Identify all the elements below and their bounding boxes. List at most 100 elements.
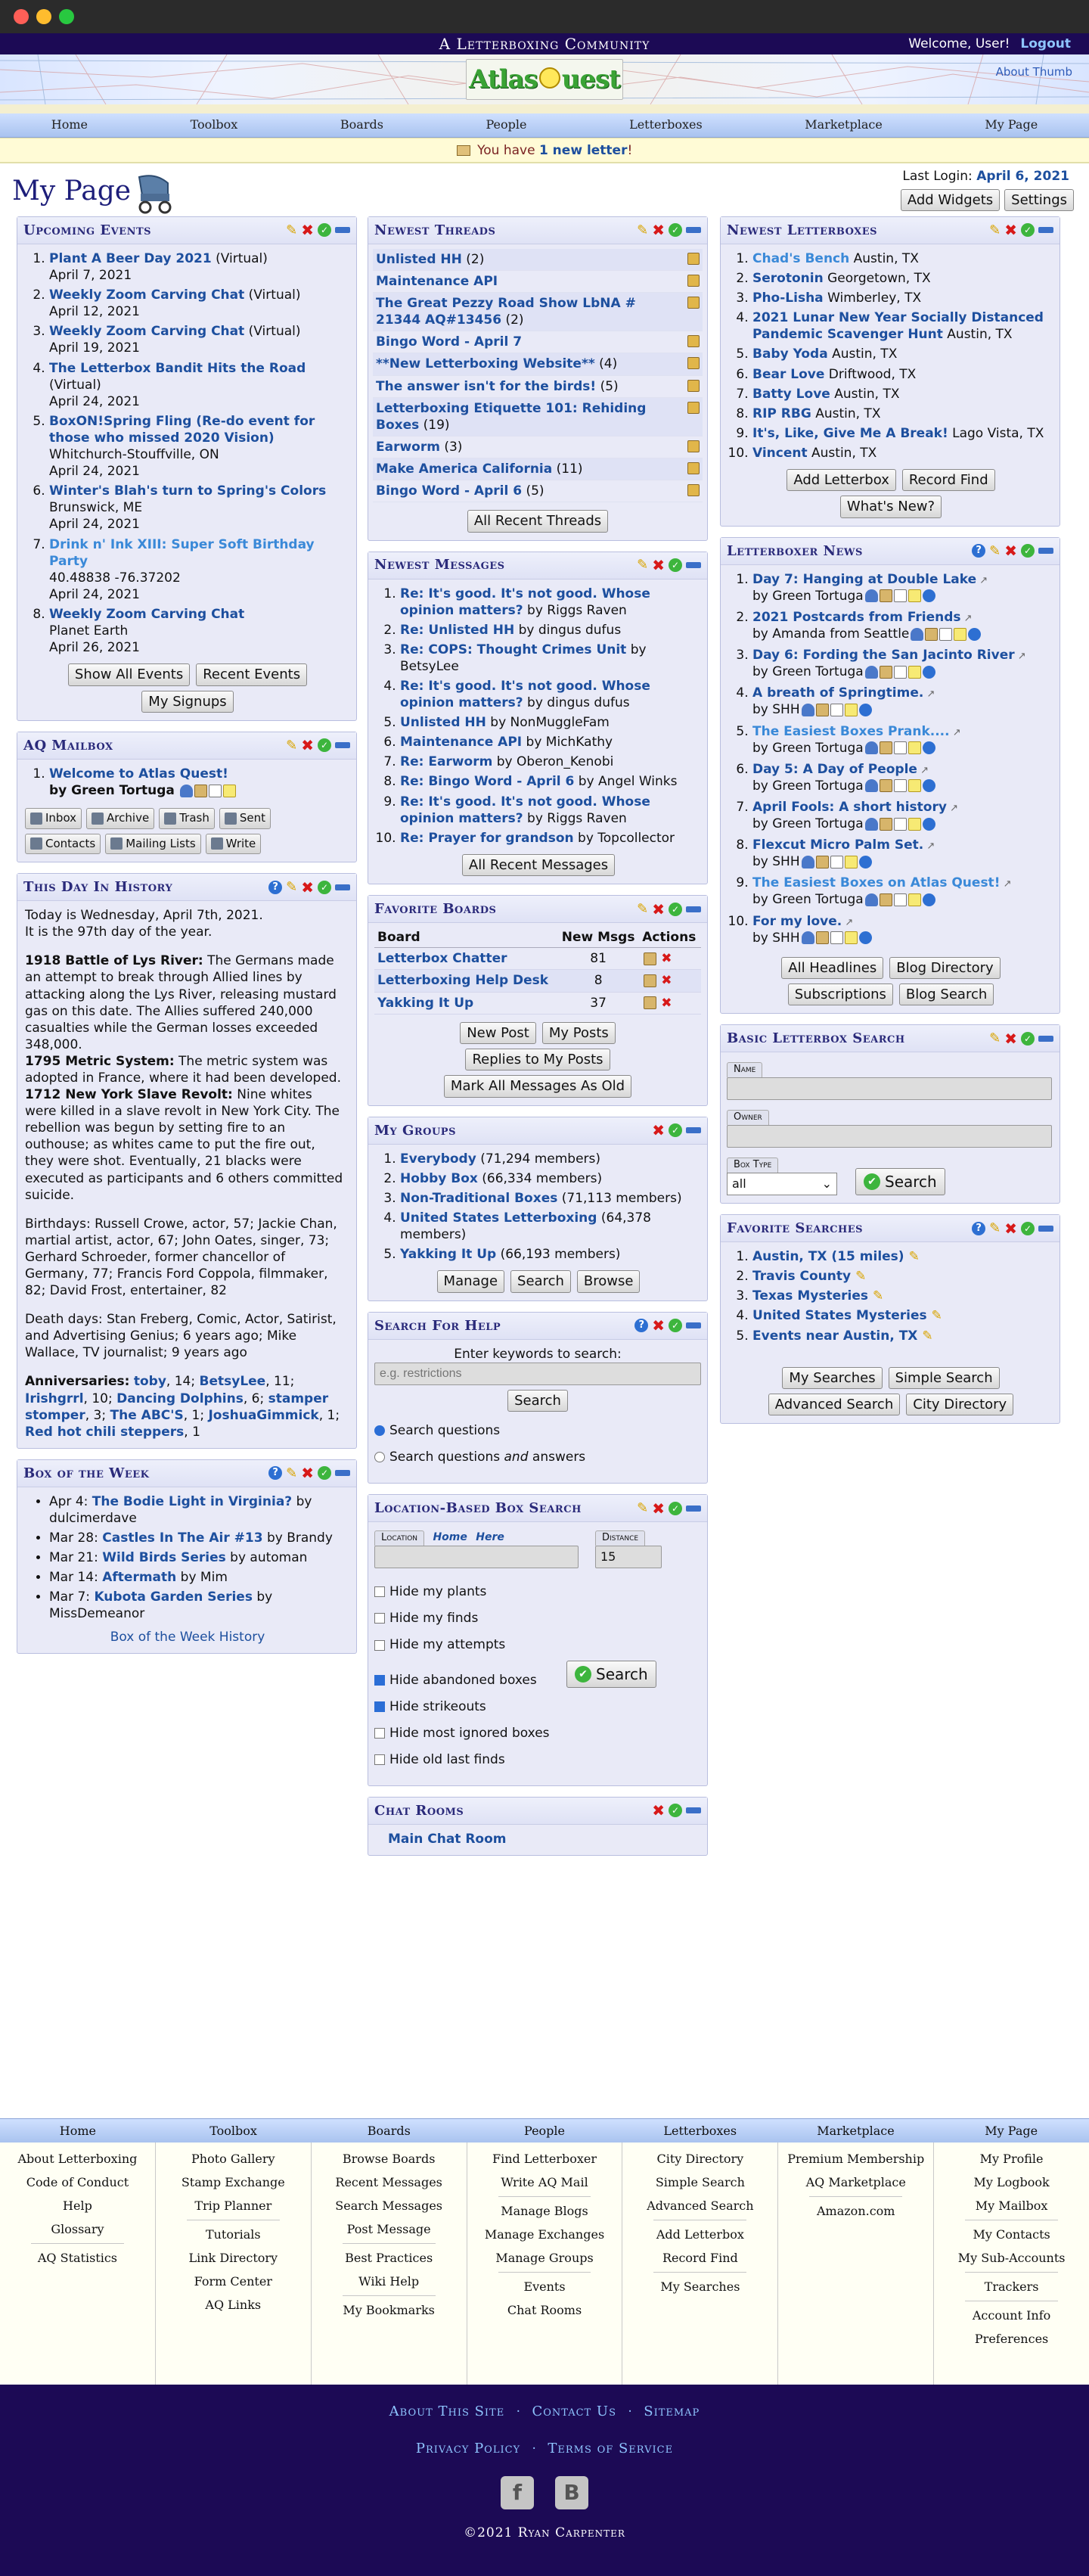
edit-icon[interactable]: ✎ — [989, 222, 1001, 239]
nav-people[interactable]: People — [486, 117, 527, 133]
minimize-icon[interactable] — [335, 884, 350, 890]
write-button[interactable]: Write — [205, 833, 262, 855]
footer-link[interactable]: My Profile — [934, 2147, 1089, 2170]
thread-bookmark-icon[interactable] — [687, 335, 700, 348]
info-icon[interactable] — [922, 893, 935, 906]
footer-link[interactable]: Manage Exchanges — [467, 2223, 622, 2246]
botw-link[interactable]: Kubota Garden Series — [94, 1589, 253, 1605]
person-icon[interactable] — [864, 779, 878, 793]
search-questions-option[interactable]: Search questions — [374, 1422, 701, 1439]
location-checkbox[interactable]: Hide my finds — [374, 1610, 701, 1627]
info-icon[interactable] — [968, 627, 982, 641]
footer-nav-item[interactable]: My Page — [933, 2119, 1089, 2143]
edit-icon[interactable]: ✎ — [637, 1499, 648, 1517]
edit-icon[interactable]: ✎ — [286, 878, 297, 896]
close-icon[interactable]: ✖ — [301, 880, 314, 895]
fav-search-link[interactable]: Austin, TX (15 miles) — [752, 1249, 904, 1264]
person-icon[interactable] — [864, 741, 878, 755]
help-icon[interactable]: ? — [972, 1221, 986, 1235]
anniversary-user-link[interactable]: toby — [134, 1374, 166, 1389]
refresh-icon[interactable]: ✓ — [669, 223, 682, 238]
message-link[interactable]: Maintenance API — [400, 735, 522, 750]
letterbox-link[interactable]: Batty Love — [752, 387, 830, 402]
minimize-icon[interactable] — [335, 742, 350, 749]
footer-link[interactable]: AQ Marketplace — [778, 2170, 933, 2194]
mail-subject-link[interactable]: Welcome to Atlas Quest! — [49, 766, 228, 782]
letterbox-link[interactable]: Vincent — [752, 446, 808, 461]
minimize-icon[interactable] — [686, 227, 701, 234]
help-icon[interactable]: ? — [268, 880, 283, 894]
blog-search-button[interactable]: Blog Search — [898, 983, 994, 1006]
message-link[interactable]: Unlisted HH — [400, 715, 486, 730]
footer-link[interactable]: My Bookmarks — [312, 2298, 467, 2322]
person-icon[interactable] — [801, 931, 814, 945]
close-icon[interactable]: ✖ — [652, 902, 665, 917]
footer-link[interactable]: Account Info — [934, 2304, 1089, 2327]
footer-link[interactable]: Find Letterboxer — [467, 2147, 622, 2170]
news-link[interactable]: Flexcut Micro Palm Set. — [752, 837, 923, 853]
simple-search-button[interactable]: Simple Search — [888, 1366, 1000, 1389]
thread-bookmark-icon[interactable] — [687, 253, 700, 265]
thread-link[interactable]: Bingo Word - April 6 — [376, 483, 522, 499]
thread-link[interactable]: Letterboxing Etiquette 101: Rehiding Box… — [376, 401, 646, 433]
all-recent-messages-button[interactable]: All Recent Messages — [461, 853, 616, 877]
my-signups-button[interactable]: My Signups — [141, 690, 234, 713]
botw-link[interactable]: Aftermath — [102, 1570, 176, 1585]
close-icon[interactable]: ✖ — [652, 1501, 665, 1516]
location-checkbox[interactable]: Hide old last finds — [374, 1751, 701, 1768]
home-link[interactable]: Home — [433, 1531, 467, 1543]
footer-link[interactable]: Glossary — [0, 2217, 155, 2241]
paper-icon[interactable] — [830, 703, 843, 716]
minimize-icon[interactable] — [686, 1505, 701, 1512]
thread-bookmark-icon[interactable] — [687, 379, 700, 392]
thread-bookmark-icon[interactable] — [687, 275, 700, 287]
refresh-icon[interactable]: ✓ — [318, 223, 331, 238]
basic-search-button[interactable]: ✔ Search — [855, 1168, 945, 1196]
box-icon[interactable] — [879, 893, 892, 906]
anniversary-user-link[interactable]: JoshuaGimmick — [208, 1408, 318, 1423]
info-icon[interactable] — [922, 741, 935, 755]
contacts-button[interactable]: Contacts — [25, 833, 101, 855]
group-link[interactable]: United States Letterboxing — [400, 1210, 597, 1226]
browse-button[interactable]: Browse — [576, 1270, 641, 1293]
info-icon[interactable] — [922, 589, 935, 603]
event-link[interactable]: BoxON!Spring Fling (Re-do event for thos… — [49, 414, 315, 446]
refresh-icon[interactable]: ✓ — [318, 738, 331, 753]
paper-icon[interactable] — [830, 855, 843, 869]
footer-link[interactable]: Recent Messages — [312, 2170, 467, 2194]
refresh-icon[interactable]: ✓ — [669, 558, 682, 572]
minimize-icon[interactable] — [1038, 548, 1053, 555]
thread-bookmark-icon[interactable] — [687, 401, 700, 414]
info-icon[interactable] — [922, 817, 935, 831]
paper-icon[interactable] — [893, 665, 907, 679]
minimize-icon[interactable] — [686, 906, 701, 912]
footer-link[interactable]: Form Center — [156, 2270, 311, 2293]
info-icon[interactable] — [858, 855, 872, 869]
info-icon[interactable] — [858, 931, 872, 945]
event-link[interactable]: Winter's Blah's turn to Spring's Colors — [49, 483, 326, 499]
mailing-lists-button[interactable]: Mailing Lists — [105, 833, 201, 855]
botw-link[interactable]: The Bodie Light in Virginia? — [92, 1494, 292, 1509]
person-icon[interactable] — [864, 893, 878, 906]
logout-link[interactable]: Logout — [1020, 36, 1071, 51]
paper-icon[interactable] — [893, 589, 907, 603]
about-site-link[interactable]: About This Site — [389, 2404, 505, 2419]
sent-button[interactable]: Sent — [219, 808, 271, 829]
thread-link[interactable]: **New Letterboxing Website** — [376, 356, 595, 371]
note-icon[interactable] — [908, 589, 921, 603]
location-checkbox[interactable]: Hide my plants — [374, 1583, 701, 1600]
person-icon[interactable] — [801, 703, 814, 716]
edit-icon[interactable]: ✎ — [909, 1249, 920, 1264]
advanced-search-button[interactable]: Advanced Search — [768, 1394, 901, 1416]
box-icon[interactable] — [815, 703, 829, 716]
box-icon[interactable] — [925, 627, 939, 641]
news-link[interactable]: Day 5: A Day of People — [752, 762, 917, 777]
record-find-button[interactable]: Record Find — [901, 469, 995, 492]
news-link[interactable]: For my love. — [752, 914, 842, 929]
event-link[interactable]: The Letterbox Bandit Hits the Road — [49, 361, 306, 376]
note-icon[interactable] — [223, 784, 237, 797]
help-icon[interactable]: ? — [268, 1466, 283, 1481]
close-icon[interactable]: ✖ — [652, 558, 665, 573]
footer-nav-item[interactable]: Toolbox — [156, 2119, 312, 2143]
contact-us-link[interactable]: Contact Us — [532, 2404, 616, 2419]
